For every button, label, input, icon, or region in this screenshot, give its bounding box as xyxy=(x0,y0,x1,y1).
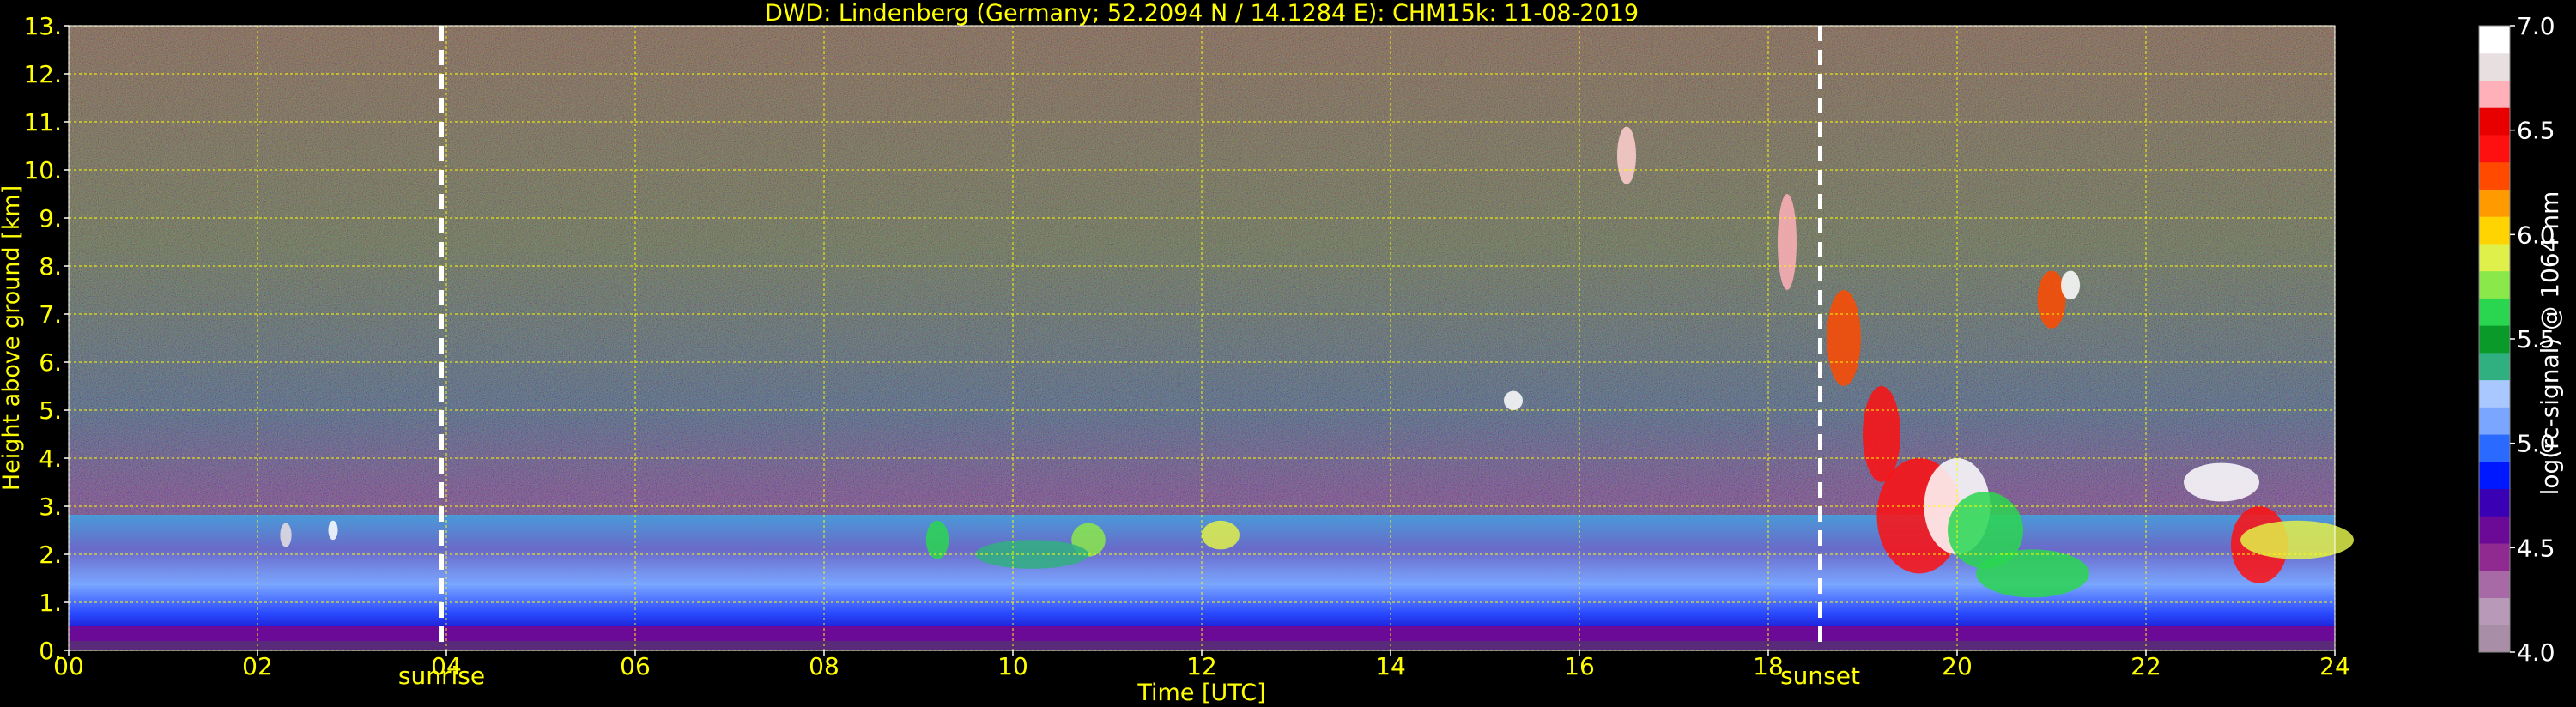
cloud-feature xyxy=(2184,462,2259,502)
colorbar-swatch xyxy=(2479,516,2510,544)
x-tick-label: 14 xyxy=(1375,652,1406,680)
colorbar-tick-label: 4.0 xyxy=(2517,638,2555,667)
cloud-feature xyxy=(2037,270,2066,329)
colorbar-swatch xyxy=(2479,434,2510,462)
colorbar-swatch xyxy=(2479,243,2510,272)
colorbar-swatch xyxy=(2479,597,2510,625)
plot-area xyxy=(68,25,2354,651)
colorbar-swatch xyxy=(2479,325,2510,354)
y-tick-label: 11. xyxy=(23,108,62,136)
cloud-feature xyxy=(1504,390,1523,410)
x-tick-label: 06 xyxy=(620,652,651,680)
y-tick-label: 9. xyxy=(39,204,62,233)
colorbar-swatch xyxy=(2479,461,2510,490)
colorbar-swatch xyxy=(2479,26,2510,54)
colorbar-swatch xyxy=(2479,379,2510,408)
ceilometer-chart: DWD: Lindenberg (Germany; 52.2094 N / 14… xyxy=(0,0,2576,707)
cloud-feature xyxy=(925,520,949,559)
cloud-feature xyxy=(328,520,338,541)
chart-title: DWD: Lindenberg (Germany; 52.2094 N / 14… xyxy=(765,0,1639,27)
cloud-feature xyxy=(1617,126,1636,184)
sunset-label: sunset xyxy=(1780,662,1860,690)
y-tick-label: 13. xyxy=(23,12,62,40)
colorbar-label: log(rc-signal) @ 1064 nm xyxy=(2536,191,2564,496)
cloud-feature xyxy=(1827,290,1861,386)
x-axis-label: Time [UTC] xyxy=(1136,680,1265,706)
colorbar-swatch xyxy=(2479,107,2510,136)
cloud-feature xyxy=(1202,520,1240,550)
colorbar-swatch xyxy=(2479,216,2510,245)
y-tick-label: 3. xyxy=(39,492,62,521)
x-tick-label: 18 xyxy=(1753,652,1784,680)
colorbar-swatch xyxy=(2479,570,2510,599)
colorbar-swatch xyxy=(2479,407,2510,435)
x-tick-label: 16 xyxy=(1564,652,1595,680)
cloud-feature xyxy=(2240,520,2354,559)
y-tick-label: 1. xyxy=(39,589,62,617)
y-tick-label: 7. xyxy=(39,300,62,329)
cloud-feature xyxy=(1778,194,1797,290)
colorbar-tick-label: 6.5 xyxy=(2517,117,2555,145)
x-tick-label: 10 xyxy=(997,652,1028,680)
colorbar-swatch xyxy=(2479,298,2510,326)
y-tick-label: 4. xyxy=(39,444,62,473)
cloud-feature xyxy=(280,523,292,547)
x-tick-label: 12 xyxy=(1186,652,1217,680)
colorbar-swatch xyxy=(2479,80,2510,108)
colorbar-tick-label: 4.5 xyxy=(2517,534,2555,562)
y-tick-label: 10. xyxy=(23,156,62,184)
y-tick-label: 0. xyxy=(39,637,62,665)
y-tick-label: 12. xyxy=(23,60,62,88)
y-tick-label: 6. xyxy=(39,348,62,377)
colorbar-swatch xyxy=(2479,543,2510,571)
colorbar-swatch xyxy=(2479,52,2510,81)
x-tick-label: 20 xyxy=(1942,652,1973,680)
colorbar-swatch xyxy=(2479,134,2510,163)
x-tick-label: 02 xyxy=(242,652,273,680)
cloud-feature xyxy=(1976,549,2089,598)
y-axis-label: Height above ground [km] xyxy=(0,185,25,491)
x-tick-label: 08 xyxy=(809,652,839,680)
colorbar-swatch xyxy=(2479,161,2510,190)
colorbar-tick-label: 7.0 xyxy=(2517,12,2555,40)
cloud-feature xyxy=(1863,386,1900,482)
x-tick-label: 24 xyxy=(2319,652,2350,680)
colorbar-swatch xyxy=(2479,488,2510,517)
colorbar-swatch xyxy=(2479,189,2510,217)
x-tick-label: 04 xyxy=(431,652,462,680)
y-tick-label: 8. xyxy=(39,252,62,281)
cloud-feature xyxy=(2061,270,2080,300)
colorbar-swatch xyxy=(2479,352,2510,381)
y-tick-label: 2. xyxy=(39,541,62,569)
colorbar-swatch xyxy=(2479,625,2510,653)
y-tick-label: 5. xyxy=(39,396,62,425)
x-tick-label: 22 xyxy=(2131,652,2161,680)
colorbar-swatch xyxy=(2479,270,2510,299)
